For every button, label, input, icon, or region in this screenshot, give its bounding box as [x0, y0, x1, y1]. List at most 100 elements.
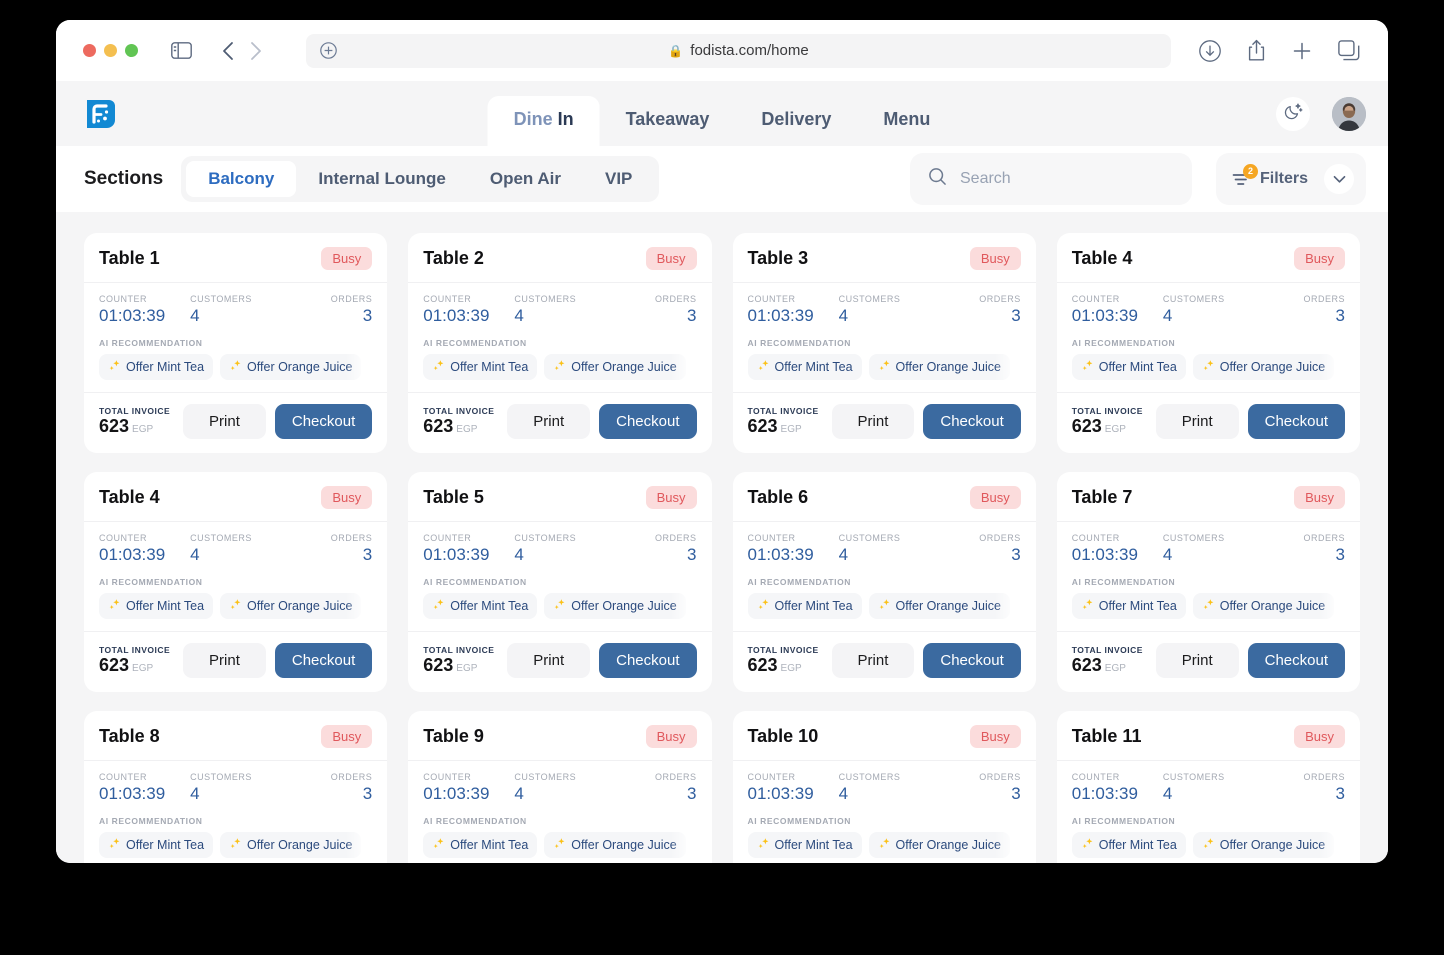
section-internal-lounge[interactable]: Internal Lounge	[296, 161, 468, 197]
recommendation-chip[interactable]: Offer Mint Tea	[423, 593, 538, 619]
orders-value: 3	[687, 784, 697, 803]
recommendation-chip[interactable]: Offer Mint Tea	[423, 354, 538, 380]
url-bar[interactable]: 🔒 fodista.com/home	[306, 33, 1171, 68]
recommendation-chip[interactable]: Offer Coffee	[692, 593, 697, 619]
new-tab-icon[interactable]	[1292, 41, 1312, 61]
recommendation-chip[interactable]: Offer Coffee	[368, 354, 373, 380]
recommendation-chip[interactable]: Offer Orange Juice	[1192, 354, 1335, 380]
table-name: Table 3	[747, 248, 809, 268]
chevron-down-icon[interactable]	[1324, 164, 1354, 194]
recommendation-chip[interactable]: Offer Orange Juice	[544, 593, 686, 619]
recommendation-chip[interactable]: Offer Orange Juice	[544, 354, 686, 380]
print-button[interactable]: Print	[507, 643, 591, 678]
recommendation-chip[interactable]: Offer Mint Tea	[99, 593, 214, 619]
search-box[interactable]	[910, 153, 1192, 205]
recommendation-chip[interactable]: Offer Coffee	[368, 593, 373, 619]
forward-button[interactable]	[250, 41, 262, 61]
back-button[interactable]	[222, 41, 234, 61]
print-button[interactable]: Print	[183, 404, 266, 439]
recommendation-chip[interactable]: Offer Coffee	[692, 832, 697, 858]
sparkle-icon	[229, 359, 242, 375]
minimize-window-button[interactable]	[104, 44, 117, 57]
recommendation-chip[interactable]: Offer Orange Juice	[220, 354, 362, 380]
table-card[interactable]: Table 6 Busy COUNTER 01:03:39 CUSTOMERS 4 ORDE…	[732, 472, 1036, 692]
print-button[interactable]: Print	[1155, 404, 1239, 439]
print-button[interactable]: Print	[507, 404, 591, 439]
print-button[interactable]: Print	[831, 643, 915, 678]
recommendation-chip[interactable]: Offer Mint Tea	[747, 354, 862, 380]
stat-customers: CUSTOMERS 4	[1163, 533, 1254, 565]
search-input[interactable]	[960, 170, 1174, 188]
share-icon[interactable]	[1247, 39, 1266, 62]
counter-value: 01:03:39	[1071, 306, 1138, 325]
section-vip[interactable]: VIP	[583, 161, 654, 197]
recommendation-chip[interactable]: Offer Coffee	[1341, 354, 1345, 380]
recommendation-chip[interactable]: Offer Coffee	[1341, 832, 1345, 858]
recommendation-chip[interactable]: Offer Mint Tea	[1071, 354, 1186, 380]
recommendation-chip[interactable]: Offer Coffee	[368, 832, 373, 858]
table-card[interactable]: Table 5 Busy COUNTER 01:03:39 CUSTOMERS 4 ORDE…	[408, 472, 712, 692]
filters-button[interactable]: 2 Filters	[1216, 153, 1366, 205]
section-balcony[interactable]: Balcony	[186, 161, 297, 197]
recommendation-chip[interactable]: Offer Coffee	[1341, 593, 1345, 619]
table-card[interactable]: Table 7 Busy COUNTER 01:03:39 CUSTOMERS 4 ORDE…	[1056, 472, 1360, 692]
maximize-window-button[interactable]	[125, 44, 138, 57]
avatar[interactable]	[1332, 96, 1366, 131]
recommendation-chip[interactable]: Offer Orange Juice	[220, 832, 362, 858]
recommendation-chip[interactable]: Offer Mint Tea	[99, 354, 214, 380]
print-button[interactable]: Print	[1155, 643, 1239, 678]
section-open-air[interactable]: Open Air	[468, 161, 583, 197]
checkout-button[interactable]: Checkout	[274, 404, 373, 439]
customers-label: CUSTOMERS	[1162, 294, 1225, 304]
recommendation-chip[interactable]: Offer Coffee	[1016, 354, 1021, 380]
checkout-button[interactable]: Checkout	[1247, 643, 1345, 678]
recommendation-chip[interactable]: Offer Coffee	[1016, 832, 1021, 858]
recommendation-chip[interactable]: Offer Orange Juice	[868, 354, 1010, 380]
recommendation-chip[interactable]: Offer Orange Juice	[868, 593, 1010, 619]
print-button[interactable]: Print	[183, 643, 266, 678]
table-card[interactable]: Table 2 Busy COUNTER 01:03:39 CUSTOMERS 4 ORDE…	[408, 233, 712, 453]
download-icon[interactable]	[1199, 39, 1221, 62]
customers-value: 4	[838, 306, 849, 325]
checkout-button[interactable]: Checkout	[923, 404, 1021, 439]
checkout-button[interactable]: Checkout	[274, 643, 373, 678]
checkout-button[interactable]: Checkout	[599, 643, 697, 678]
tabs-icon[interactable]	[1338, 40, 1360, 61]
recommendation-chip[interactable]: Offer Orange Juice	[1192, 832, 1335, 858]
print-button[interactable]: Print	[831, 404, 915, 439]
recommendation-chip[interactable]: Offer Orange Juice	[544, 832, 686, 858]
table-card[interactable]: Table 10 Busy COUNTER 01:03:39 CUSTOMERS 4 ORD…	[732, 711, 1036, 863]
fodista-logo[interactable]	[84, 97, 118, 131]
close-window-button[interactable]	[83, 44, 96, 57]
sidebar-toggle-icon[interactable]	[171, 42, 192, 59]
recommendation-chip[interactable]: Offer Mint Tea	[747, 593, 862, 619]
table-card[interactable]: Table 3 Busy COUNTER 01:03:39 CUSTOMERS 4 ORDE…	[732, 233, 1036, 453]
recommendation-chip[interactable]: Offer Mint Tea	[99, 832, 214, 858]
checkout-button[interactable]: Checkout	[923, 643, 1021, 678]
recommendation-chip[interactable]: Offer Mint Tea	[1071, 593, 1186, 619]
recommendation-chip[interactable]: Offer Mint Tea	[1071, 832, 1186, 858]
recommendation-chip[interactable]: Offer Mint Tea	[423, 832, 538, 858]
recommendation-chip[interactable]: Offer Orange Juice	[868, 832, 1010, 858]
plus-circle-icon[interactable]	[320, 42, 337, 59]
recommendation-chip[interactable]: Offer Coffee	[692, 354, 697, 380]
dark-mode-toggle[interactable]	[1276, 96, 1310, 131]
recommendation-chip[interactable]: Offer Orange Juice	[220, 593, 362, 619]
tab-takeaway[interactable]: Takeaway	[600, 96, 736, 146]
recommendation-chip[interactable]: Offer Mint Tea	[747, 832, 862, 858]
table-card[interactable]: Table 11 Busy COUNTER 01:03:39 CUSTOMERS 4 ORD…	[1056, 711, 1360, 863]
recommendation-chip[interactable]: Offer Coffee	[1016, 593, 1021, 619]
status-badge: Busy	[969, 247, 1021, 270]
table-card[interactable]: Table 4 Busy COUNTER 01:03:39 CUSTOMERS 4 ORDE…	[84, 472, 388, 692]
table-card[interactable]: Table 4 Busy COUNTER 01:03:39 CUSTOMERS 4 ORDE…	[1056, 233, 1360, 453]
section-pill-group: Balcony Internal Lounge Open Air VIP	[181, 156, 660, 202]
table-card[interactable]: Table 8 Busy COUNTER 01:03:39 CUSTOMERS 4 ORDE…	[84, 711, 388, 863]
tab-dine-in[interactable]: Dine In	[487, 96, 600, 146]
table-card[interactable]: Table 1 Busy COUNTER 01:03:39 CUSTOMERS 4 ORDE…	[84, 233, 388, 453]
tab-menu[interactable]: Menu	[857, 96, 956, 146]
table-card[interactable]: Table 9 Busy COUNTER 01:03:39 CUSTOMERS 4 ORDE…	[408, 711, 712, 863]
checkout-button[interactable]: Checkout	[599, 404, 697, 439]
checkout-button[interactable]: Checkout	[1247, 404, 1345, 439]
tab-delivery[interactable]: Delivery	[735, 96, 857, 146]
recommendation-chip[interactable]: Offer Orange Juice	[1192, 593, 1335, 619]
